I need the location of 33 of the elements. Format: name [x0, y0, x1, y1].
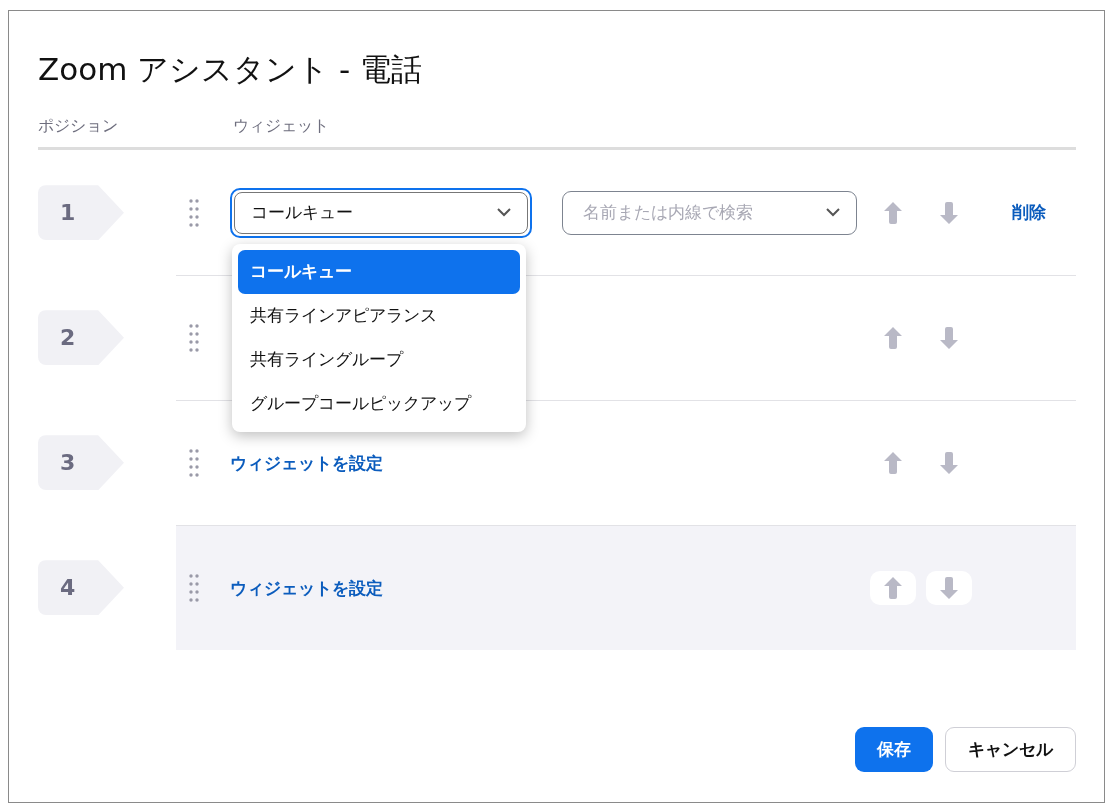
save-button[interactable]: 保存	[855, 727, 933, 772]
drag-handle-icon[interactable]	[188, 197, 200, 228]
cancel-button[interactable]: キャンセル	[945, 727, 1076, 772]
drag-handle-icon[interactable]	[188, 323, 200, 354]
move-down-button[interactable]	[926, 571, 972, 606]
chevron-down-icon	[497, 208, 511, 218]
drag-handle-icon[interactable]	[188, 448, 200, 479]
drag-handle-icon[interactable]	[188, 573, 200, 604]
arrow-up-icon	[884, 201, 902, 224]
delete-link[interactable]: 削除	[1012, 201, 1046, 225]
dialog-title: Zoom アシスタント - 電話	[38, 51, 424, 89]
widget-select[interactable]: コールキュー	[234, 191, 528, 234]
dropdown-option[interactable]: コールキュー	[238, 249, 520, 294]
dropdown-option[interactable]: 共有ラインアピアランス	[238, 293, 520, 338]
arrow-up-icon	[884, 327, 902, 350]
position-badge: 3	[38, 435, 124, 491]
position-badge: 1	[38, 185, 124, 241]
column-header: ウィジェット	[233, 116, 330, 138]
dropdown-option[interactable]: 共有ライングループ	[238, 337, 520, 382]
set-widget-link[interactable]: ウィジェットを設定	[230, 576, 383, 600]
column-header: ポジション	[38, 116, 119, 138]
arrow-up-icon	[884, 452, 902, 475]
move-up-button[interactable]	[870, 571, 916, 606]
arrow-down-icon	[940, 577, 958, 600]
set-widget-link[interactable]: ウィジェットを設定	[230, 451, 383, 475]
chevron-down-icon	[826, 208, 840, 218]
arrow-up-icon	[884, 577, 902, 600]
position-badge: 2	[38, 310, 124, 366]
arrow-down-icon	[940, 201, 958, 224]
dropdown-option[interactable]: グループコールピックアップ	[238, 381, 520, 426]
arrow-down-icon	[940, 327, 958, 350]
position-badge: 4	[38, 560, 124, 616]
arrow-down-icon	[940, 452, 958, 475]
